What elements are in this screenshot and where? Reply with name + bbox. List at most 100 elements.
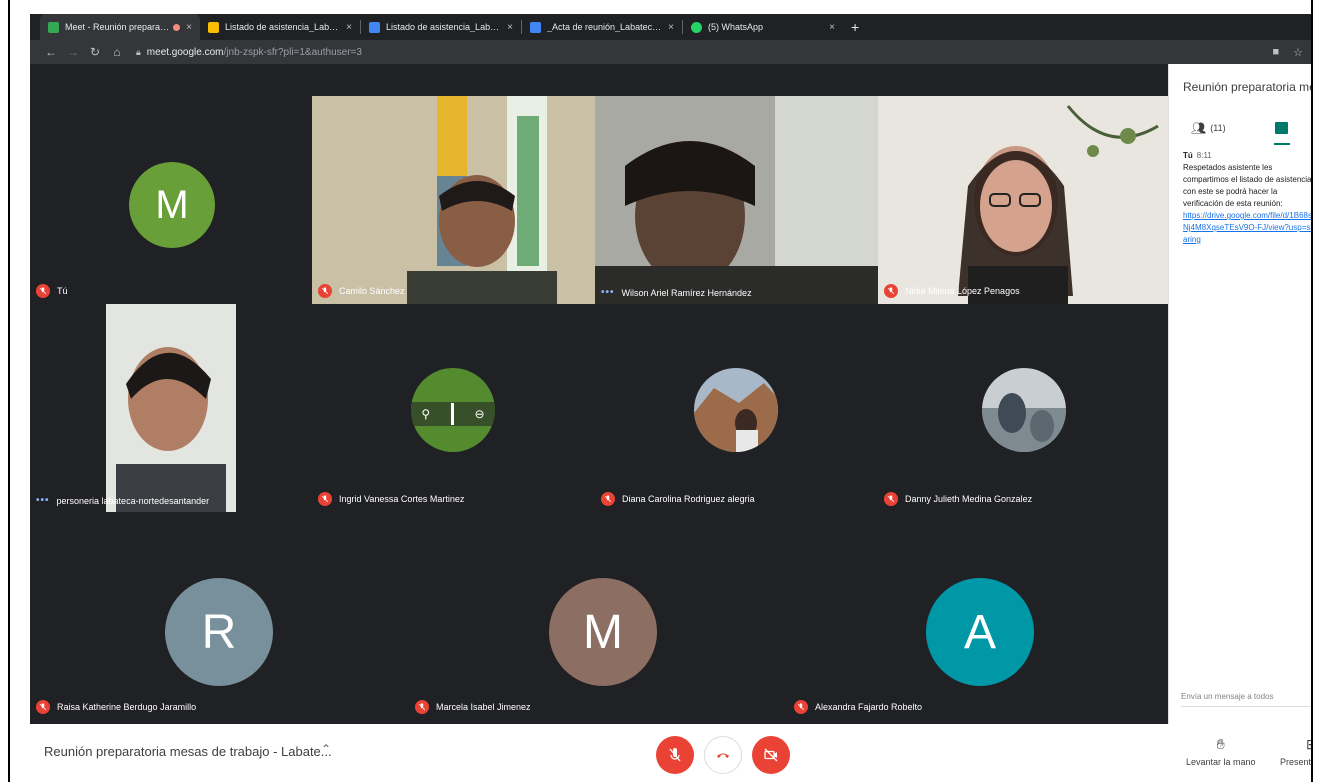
mic-toggle-button[interactable] (656, 736, 694, 774)
back-arrow-icon[interactable]: ← (42, 45, 60, 59)
participant-tile[interactable]: ⚲ ⊖ Ingrid Vanessa Cortes Martinez (312, 304, 595, 512)
participant-name: Ingrid Vanessa Cortes Martinez (339, 494, 465, 504)
mic-off-icon (36, 284, 50, 298)
mute-toggle-icon[interactable] (450, 403, 454, 425)
tab-people[interactable]: 👥︎ (11) (1191, 114, 1226, 142)
tab-close-icon[interactable]: × (507, 22, 513, 33)
camera-icon[interactable]: ■ (1272, 46, 1279, 59)
camera-toggle-button[interactable] (752, 736, 790, 774)
meet-video-grid: M Tú Camilo Sánchez ••• Wilson Ariel Ram… (30, 64, 1168, 724)
tab-label: Meet - Reunión preparatori (65, 22, 170, 32)
tab-close-icon[interactable]: × (829, 22, 835, 33)
tab-close-icon[interactable]: × (346, 22, 352, 33)
participant-name: Alexandra Fajardo Robelto (815, 702, 923, 712)
forward-arrow-icon[interactable]: → (64, 45, 82, 59)
participant-tile[interactable]: Danny Julieth Medina Gonzalez (878, 304, 1168, 512)
mic-off-icon (36, 700, 50, 714)
video-feed (312, 96, 595, 304)
tab-chat[interactable] (1274, 114, 1290, 145)
participant-tile[interactable]: R Raisa Katherine Berdugo Jaramillo (30, 512, 409, 720)
pin-icon[interactable]: ⚲ (421, 407, 430, 421)
avatar: A (926, 578, 1034, 686)
browser-toolbar: ← → ↻ ⌂ 🔒︎ meet.google.com /jnb-zspk-sfr… (30, 40, 1311, 64)
chevron-up-icon[interactable]: ⌃ (321, 742, 331, 756)
remove-icon[interactable]: ⊖ (475, 407, 485, 421)
tab-close-icon[interactable]: × (668, 22, 674, 33)
whatsapp-favicon-icon (691, 21, 702, 33)
chat-input-underline (1181, 706, 1311, 707)
raise-hand-button[interactable]: ✋︎ Levantar la mano (1186, 736, 1256, 767)
leave-call-button[interactable] (704, 736, 742, 774)
url-host: meet.google.com (146, 46, 224, 58)
hang-up-icon (717, 753, 729, 758)
participant-name: Nidia Milena López Penagos (905, 286, 1020, 296)
home-icon[interactable]: ⌂ (108, 45, 126, 59)
chat-input[interactable]: Envía un mensaje a todos (1181, 692, 1274, 701)
participant-tile[interactable]: Diana Carolina Rodriguez alegria (595, 304, 878, 512)
tab-listado-1[interactable]: Listado de asistencia_Labateca × (200, 14, 360, 40)
browser-tab-strip: Meet - Reunión preparatori × Listado de … (30, 14, 1311, 40)
reload-icon[interactable]: ↻ (86, 45, 104, 59)
tab-meet[interactable]: Meet - Reunión preparatori × (40, 14, 200, 40)
url-path: /jnb-zspk-sfr?pli=1&authuser=3 (223, 46, 362, 58)
tab-listado-2[interactable]: Listado de asistencia_Labateca × (361, 14, 521, 40)
avatar: M (129, 162, 215, 248)
bookmark-star-icon[interactable]: ☆ (1293, 46, 1303, 59)
participant-name: Danny Julieth Medina Gonzalez (905, 494, 1033, 504)
meeting-controls-bar: Reunión preparatoria mesas de trabajo - … (30, 724, 1312, 782)
new-tab-button[interactable]: + (851, 19, 859, 35)
avatar-photo (694, 368, 778, 452)
chat-sender: Tú (1183, 151, 1193, 160)
panel-title: Reunión preparatoria mesas de trabajo (1183, 80, 1311, 94)
video-feed (595, 96, 878, 304)
mic-off-icon (601, 492, 615, 506)
tab-label: Listado de asistencia_Labateca (386, 22, 502, 32)
participant-tile[interactable]: M Marcela Isabel Jimenez (409, 512, 788, 720)
mic-off-icon (884, 492, 898, 506)
tab-close-icon[interactable]: × (186, 22, 192, 33)
tab-label: Listado de asistencia_Labateca (225, 22, 341, 32)
participant-tile[interactable]: ••• personeria labateca-nortedesantander (30, 304, 312, 512)
participant-nameplate: Ingrid Vanessa Cortes Martinez (318, 492, 464, 506)
participant-nameplate: Camilo Sánchez (318, 284, 405, 298)
chat-link[interactable]: https://drive.google.com/file/d/1B68sNj4… (1183, 210, 1311, 246)
hand-icon: ✋︎ (1216, 736, 1225, 752)
participant-tile[interactable]: Camilo Sánchez (312, 96, 595, 304)
tab-acta[interactable]: _Acta de reunión_Labateca 06 × (522, 14, 682, 40)
present-label: Presentar ahora (1280, 757, 1312, 767)
video-feed (106, 304, 236, 512)
mic-off-icon (318, 492, 332, 506)
participant-nameplate: Tú (36, 284, 68, 298)
participant-tile[interactable]: M Tú (30, 96, 312, 304)
panel-tabs: 👥︎ (11) (1169, 114, 1311, 145)
chat-message: Tú 8:11 Respetados asistente les comparti… (1183, 150, 1313, 246)
chat-time: 8:11 (1196, 151, 1212, 160)
tab-whatsapp[interactable]: (5) WhatsApp × (683, 14, 843, 40)
participant-tile[interactable]: ••• Wilson Ariel Ramírez Hernández (595, 96, 878, 304)
present-now-button[interactable]: ⊞ Presentar ahora (1280, 736, 1312, 767)
participant-name: Camilo Sánchez (339, 286, 405, 296)
docs-favicon-icon (369, 21, 380, 33)
chat-text: Respetados asistente les compartimos el … (1183, 163, 1313, 208)
participant-tile[interactable]: Nidia Milena López Penagos (878, 96, 1168, 304)
docs-favicon-icon (530, 21, 541, 33)
tab-label: _Acta de reunión_Labateca 06 (547, 22, 663, 32)
participant-name: Wilson Ariel Ramírez Hernández (621, 287, 752, 298)
participant-nameplate: Raisa Katherine Berdugo Jaramillo (36, 700, 196, 714)
speaking-dots-icon: ••• (601, 287, 615, 298)
mic-off-icon (318, 284, 332, 298)
avatar-photo (982, 368, 1066, 452)
participant-nameplate: Danny Julieth Medina Gonzalez (884, 492, 1032, 506)
meeting-title[interactable]: Reunión preparatoria mesas de trabajo - … (44, 744, 332, 759)
mic-off-icon (884, 284, 898, 298)
lock-icon: 🔒︎ (136, 46, 141, 57)
participant-tile[interactable]: A Alexandra Fajardo Robelto (788, 512, 1168, 720)
speaking-dots-icon: ••• (36, 495, 50, 506)
recording-icon (173, 23, 181, 31)
address-bar[interactable]: 🔒︎ meet.google.com /jnb-zspk-sfr?pli=1&a… (136, 47, 1272, 58)
chat-side-panel: Reunión preparatoria mesas de trabajo 👥︎… (1168, 64, 1313, 724)
participant-nameplate: Nidia Milena López Penagos (884, 284, 1020, 298)
participant-name: Tú (57, 286, 68, 296)
participant-name: personeria labateca-nortedesantander (56, 495, 210, 506)
tab-label: (5) WhatsApp (708, 22, 764, 32)
